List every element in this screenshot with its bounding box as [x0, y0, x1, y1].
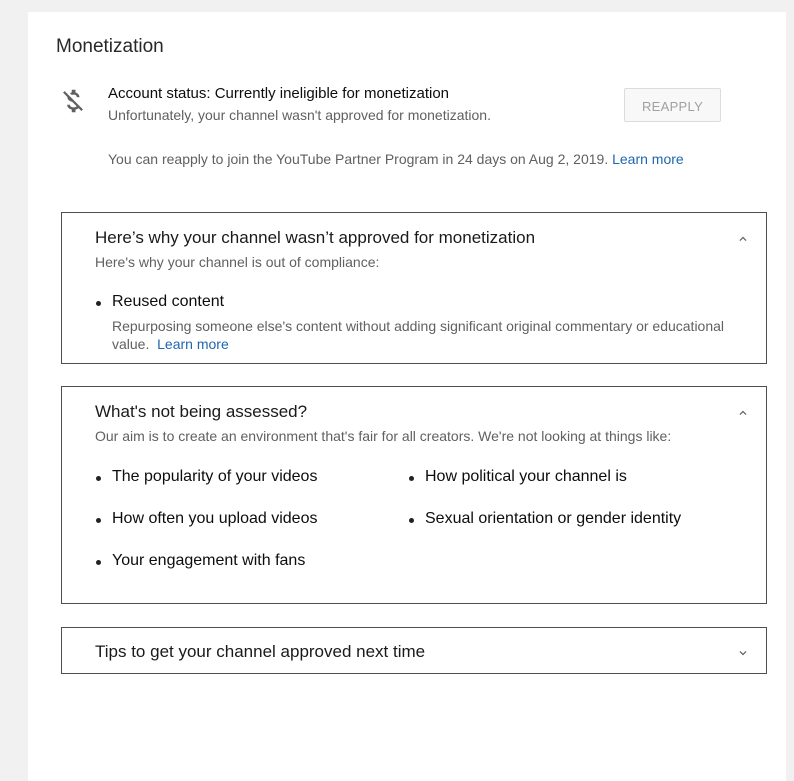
- chevron-down-icon[interactable]: [736, 646, 750, 660]
- reused-content-item: Reused content: [95, 293, 225, 310]
- not-assessed-item: Sexual orientation or gender identity: [408, 510, 682, 527]
- why-panel-title: Here’s why your channel wasn’t approved …: [95, 228, 536, 247]
- tips-panel[interactable]: Tips to get your channel approved next t…: [61, 627, 767, 674]
- reapply-button[interactable]: REAPPLY: [624, 88, 721, 122]
- reapply-note-text: You can reapply to join the YouTube Part…: [108, 151, 609, 167]
- not-assessed-title: What's not being assessed?: [95, 402, 308, 421]
- reapply-note: You can reapply to join the YouTube Part…: [108, 151, 684, 167]
- page-title: Monetization: [56, 36, 164, 57]
- not-assessed-panel: What's not being assessed? Our aim is to…: [61, 386, 767, 604]
- why-not-approved-panel: Here’s why your channel wasn’t approved …: [61, 212, 767, 364]
- account-status-title: Account status: Currently ineligible for…: [108, 85, 450, 102]
- tips-panel-title: Tips to get your channel approved next t…: [95, 642, 426, 661]
- monetization-card: Monetization Account status: Currently i…: [28, 12, 786, 781]
- learn-more-link[interactable]: Learn more: [612, 151, 684, 167]
- not-assessed-item: How political your channel is: [409, 468, 627, 485]
- not-assessed-subtitle: Our aim is to create an environment that…: [95, 428, 672, 444]
- money-off-icon: [63, 89, 83, 113]
- chevron-up-icon[interactable]: [736, 406, 750, 420]
- chevron-up-icon[interactable]: [736, 232, 750, 246]
- not-assessed-item: Your engagement with fans: [95, 552, 306, 569]
- not-assessed-item: How often you upload videos: [95, 510, 318, 527]
- reused-content-learn-more-link[interactable]: Learn more: [157, 336, 229, 352]
- not-assessed-item: The popularity of your videos: [95, 468, 318, 485]
- why-panel-subtitle: Here's why your channel is out of compli…: [95, 254, 380, 270]
- account-status-subtitle: Unfortunately, your channel wasn't appro…: [108, 107, 491, 123]
- reused-content-description: Repurposing someone else's content witho…: [112, 317, 752, 353]
